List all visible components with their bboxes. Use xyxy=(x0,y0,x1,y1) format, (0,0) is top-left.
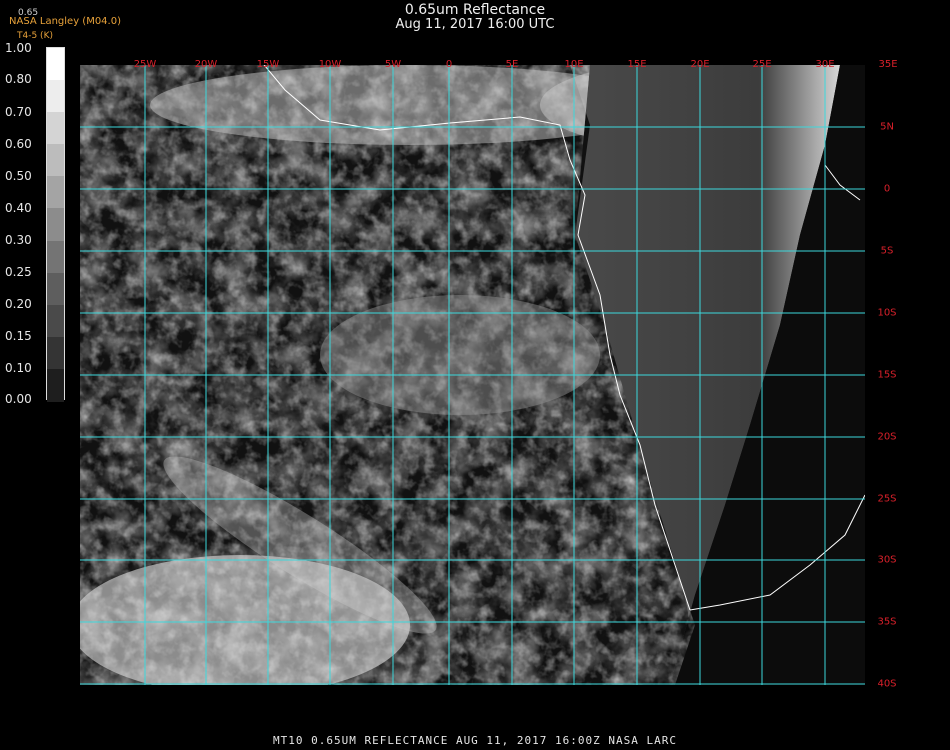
colorbar-label: 0.80 xyxy=(5,72,32,86)
latitude-label: 5N xyxy=(880,121,894,133)
map-imagery xyxy=(80,65,865,685)
colorbar-segment xyxy=(47,272,64,306)
colorbar-label: 0.50 xyxy=(5,169,32,183)
colorbar-segment xyxy=(47,208,64,242)
latitude-label: 5S xyxy=(880,245,894,257)
title: 0.65um Reflectance xyxy=(404,2,546,18)
colorbar-segment xyxy=(47,176,64,210)
longitude-label: 10W xyxy=(318,59,342,70)
latitude-label: 40S xyxy=(877,678,897,690)
colorbar-segment xyxy=(47,304,64,338)
colorbar-label: 0.25 xyxy=(5,265,32,279)
longitude-label: 5E xyxy=(505,59,519,70)
credit: NASA Langley (M04.0) xyxy=(9,16,121,27)
longitude-label: 35E xyxy=(878,59,898,70)
colorbar-label: 0.15 xyxy=(5,329,32,343)
longitude-label: 20E xyxy=(690,59,710,70)
colorbar-segment xyxy=(47,368,64,402)
longitude-label: 20W xyxy=(194,59,218,70)
datetime: Aug 11, 2017 16:00 UTC xyxy=(395,17,555,32)
latitude-label: 35S xyxy=(877,616,897,628)
colorbar-segment xyxy=(47,336,64,370)
longitude-label: 25W xyxy=(133,59,157,70)
colorbar-segment xyxy=(47,112,64,146)
longitude-label: 0 xyxy=(445,59,453,70)
colorbar-label: 0.00 xyxy=(5,392,32,406)
longitude-label: 15E xyxy=(627,59,647,70)
sublabel: T4-5 (K) xyxy=(17,31,53,41)
colorbar-label: 0.60 xyxy=(5,137,32,151)
colorbar-segment xyxy=(47,144,64,178)
latitude-label: 25S xyxy=(877,493,897,505)
colorbar-segment xyxy=(47,80,64,114)
colorbar-label: 1.00 xyxy=(5,41,32,55)
colorbar-label: 0.10 xyxy=(5,361,32,375)
latitude-label: 15S xyxy=(877,369,897,381)
latitude-label: 10S xyxy=(877,307,897,319)
satellite-map xyxy=(80,65,865,685)
colorbar-label: 0.70 xyxy=(5,105,32,119)
longitude-label: 15W xyxy=(256,59,280,70)
colorbar-label: 0.20 xyxy=(5,297,32,311)
colorbar-segment xyxy=(47,48,64,82)
latitude-label: 20S xyxy=(877,431,897,443)
latitude-label: 30S xyxy=(877,554,897,566)
latitude-label: 0 xyxy=(883,183,891,195)
colorbar-segment xyxy=(47,240,64,274)
colorbar-label: 0.40 xyxy=(5,201,32,215)
colorbar-label: 0.30 xyxy=(5,233,32,247)
colorbar xyxy=(46,47,65,402)
longitude-label: 30E xyxy=(815,59,835,70)
footer-caption: MT10 0.65UM REFLECTANCE AUG 11, 2017 16:… xyxy=(273,734,677,747)
longitude-label: 5W xyxy=(384,59,402,70)
longitude-label: 10E xyxy=(564,59,584,70)
longitude-label: 25E xyxy=(752,59,772,70)
